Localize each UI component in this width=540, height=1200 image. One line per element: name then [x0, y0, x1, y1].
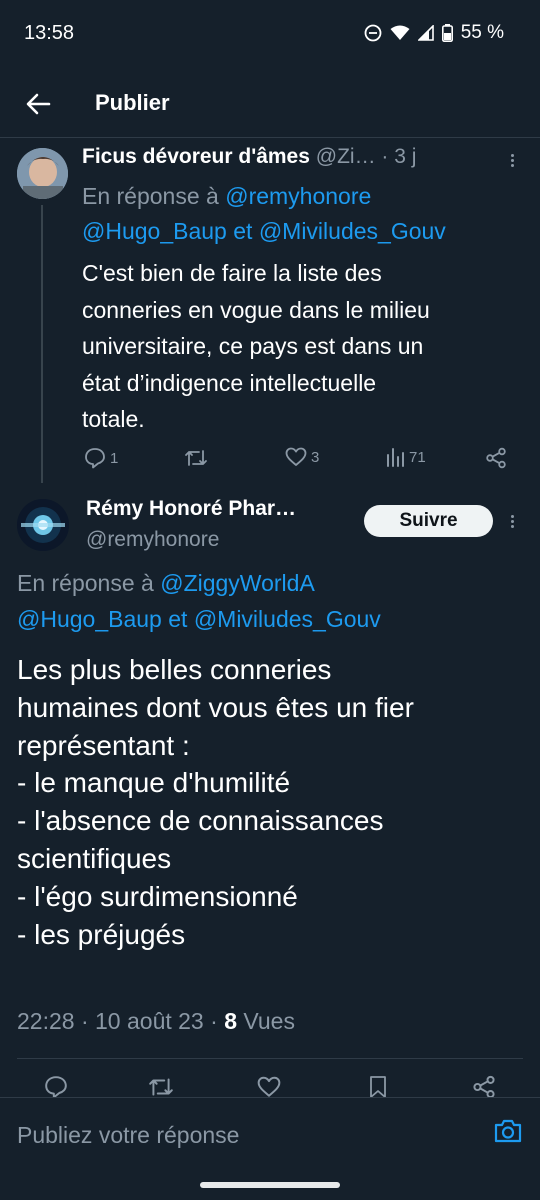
like-icon: [257, 1076, 281, 1098]
thread-line: [41, 205, 43, 483]
camera-icon[interactable]: [494, 1118, 522, 1149]
views-label[interactable]: Vues: [243, 1008, 295, 1034]
tweet-age: 3 j: [394, 145, 417, 168]
mention-link[interactable]: @Miviludes_Gouv: [194, 606, 381, 632]
author-handle[interactable]: @remyhonore: [86, 528, 219, 551]
avatar[interactable]: [17, 148, 68, 199]
and-word: et: [233, 218, 253, 244]
signal-icon: [417, 25, 434, 41]
like-action[interactable]: 3: [285, 447, 319, 467]
text-line: humaines dont vous êtes un fier: [17, 691, 414, 723]
text-line: scientifiques: [17, 842, 172, 874]
retweet-action[interactable]: [184, 447, 208, 469]
views-count[interactable]: 8: [224, 1008, 237, 1034]
main-author-handle-row: @remyhonore: [86, 528, 219, 552]
share-action[interactable]: [485, 447, 507, 469]
reply-context-2: @Hugo_Baup et @Miviludes_Gouv: [17, 606, 381, 633]
separator-dot: ·: [381, 145, 389, 168]
battery-percent: 55 %: [460, 22, 504, 43]
timestamp-row: 22:28 · 10 août 23 · 8 Vues: [17, 1008, 295, 1035]
reply-icon: [44, 1075, 68, 1099]
divider: [17, 1058, 523, 1059]
share-icon: [472, 1075, 496, 1099]
reply-context-2: @Hugo_Baup et @Miviludes_Gouv: [82, 218, 446, 245]
header-divider: [0, 137, 540, 138]
mention-link[interactable]: @ZiggyWorldA: [160, 570, 315, 596]
text-line: universitaire, ce pays est dans un: [82, 333, 424, 359]
mention-link[interactable]: @remyhonore: [225, 183, 371, 209]
text-line: - l'égo surdimensionné: [17, 880, 298, 912]
mention-link[interactable]: @Miviludes_Gouv: [259, 218, 446, 244]
reply-context: En réponse à @ZiggyWorldA: [17, 570, 315, 597]
text-line: totale.: [82, 406, 145, 432]
views-action[interactable]: 71: [385, 447, 426, 467]
text-line: Les plus belles conneries: [17, 654, 332, 685]
reply-action[interactable]: [44, 1075, 68, 1099]
retweet-icon: [184, 447, 208, 469]
like-count: 3: [311, 448, 320, 466]
home-indicator[interactable]: [200, 1182, 340, 1188]
separator-dot: ·: [80, 1008, 89, 1034]
author-name[interactable]: Rémy Honoré Phar…: [86, 497, 296, 520]
back-arrow-icon[interactable]: [24, 90, 52, 118]
dnd-icon: [364, 24, 382, 42]
wifi-icon: [390, 25, 410, 41]
like-action[interactable]: [257, 1076, 281, 1098]
reply-count: 1: [110, 449, 119, 467]
views-icon: [385, 447, 405, 467]
share-icon: [485, 447, 507, 469]
tweet-time: 22:28: [17, 1008, 75, 1034]
separator-dot: ·: [210, 1008, 218, 1034]
text-line: - l'absence de connaissances: [17, 805, 384, 837]
reply-prefix: En réponse à: [17, 570, 154, 596]
main-tweet-text: Les plus belles conneries humaines dont …: [17, 651, 527, 953]
text-line: représentant :: [17, 729, 190, 761]
reply-input[interactable]: Publiez votre réponse: [17, 1122, 239, 1149]
bookmark-icon: [368, 1075, 388, 1099]
follow-button[interactable]: Suivre: [364, 505, 493, 537]
text-line: - le manque d'humilité: [17, 767, 291, 799]
text-line: état d’indigence intellectuelle: [82, 369, 377, 396]
page-title: Publier: [95, 90, 170, 115]
status-time: 13:58: [24, 21, 75, 44]
retweet-icon: [148, 1075, 174, 1099]
reply-action[interactable]: 1: [84, 447, 118, 469]
status-bar: 13:58 55 %: [0, 0, 540, 66]
view-count: 71: [409, 448, 426, 466]
main-author-name-row: Rémy Honoré Phar…: [86, 497, 296, 521]
reply-prefix: En réponse à: [82, 183, 219, 209]
text-line: conneries en vogue dans le milieu: [82, 296, 430, 323]
share-action[interactable]: [472, 1075, 496, 1099]
like-icon: [285, 447, 307, 467]
header: Publier: [0, 70, 540, 138]
avatar[interactable]: [17, 499, 69, 551]
more-icon[interactable]: [511, 152, 517, 169]
reply-icon: [84, 447, 106, 469]
parent-tweet-text: C'est bien de faire la liste des conneri…: [82, 255, 522, 438]
reply-context: En réponse à @remyhonore: [82, 183, 371, 210]
mention-link[interactable]: @Hugo_Baup: [82, 218, 227, 244]
text-line: - les préjugés: [17, 918, 186, 950]
reply-bar: Publiez votre réponse: [0, 1097, 540, 1173]
text-line: C'est bien de faire la liste des: [82, 260, 382, 286]
author-name[interactable]: Ficus dévoreur d'âmes: [82, 145, 310, 168]
retweet-action[interactable]: [148, 1075, 174, 1099]
and-word: et: [168, 606, 188, 632]
author-handle[interactable]: @Zi…: [316, 145, 376, 168]
parent-author-row: Ficus dévoreur d'âmes @Zi… · 3 j: [82, 145, 416, 169]
status-icons: 55 %: [364, 22, 504, 44]
tweet-date: 10 août 23: [95, 1008, 204, 1034]
battery-icon: [441, 24, 453, 42]
mention-link[interactable]: @Hugo_Baup: [17, 606, 162, 632]
more-icon[interactable]: [511, 513, 517, 530]
bookmark-action[interactable]: [368, 1075, 388, 1099]
